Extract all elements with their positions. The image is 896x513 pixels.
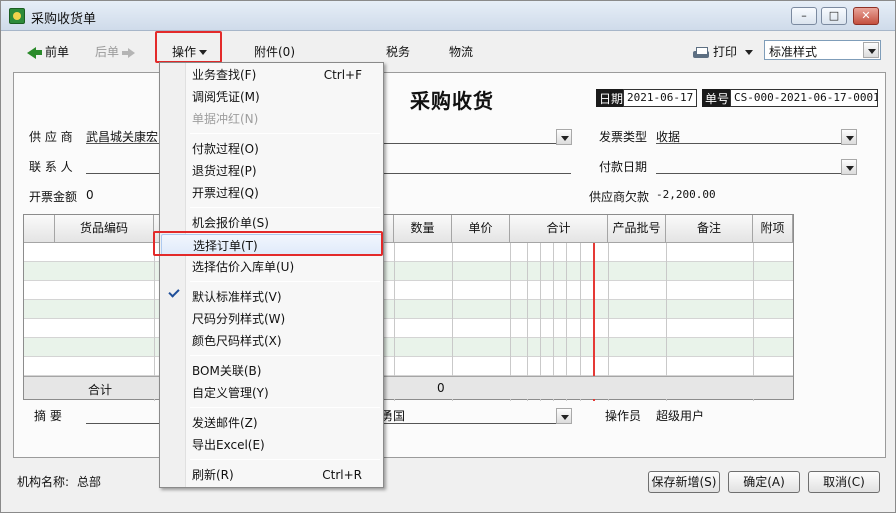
table-row[interactable]: [24, 357, 793, 376]
table-row[interactable]: [24, 243, 793, 262]
totals-quantity: 0: [437, 381, 445, 395]
col-header-total[interactable]: 合计: [510, 215, 608, 243]
supplier-label: 供 应 商: [29, 130, 73, 144]
doc-no-field[interactable]: CS-000-2021-06-17-0001: [730, 89, 878, 107]
invoice-type-label: 发票类型: [599, 130, 648, 144]
menu-item-red-reversal[interactable]: 单据冲红(N): [161, 108, 382, 130]
logistics-button[interactable]: 物流: [449, 43, 473, 60]
supplier-dropdown[interactable]: [554, 128, 573, 148]
supplier-debt-value: -2,200.00: [656, 188, 716, 201]
invoice-amount-value: 0: [86, 188, 94, 202]
chevron-down-icon: [556, 408, 572, 424]
col-header-batch-no[interactable]: 产品批号: [608, 215, 666, 243]
chevron-down-icon: [841, 159, 857, 175]
totals-label: 合计: [88, 383, 113, 397]
menu-item-view-voucher[interactable]: 调阅凭证(M): [161, 86, 382, 108]
table-row[interactable]: [24, 281, 793, 300]
operations-menu: 业务查找(F) Ctrl+F 调阅凭证(M) 单据冲红(N) 付款过程(O) 退货…: [159, 62, 384, 488]
cancel-button[interactable]: 取消(C): [808, 471, 880, 493]
operations-highlight-box: [155, 31, 222, 63]
tax-button[interactable]: 税务: [386, 43, 410, 60]
payment-date-field[interactable]: [656, 173, 856, 174]
menu-item-send-email[interactable]: 发送邮件(Z): [161, 412, 382, 434]
chevron-down-icon[interactable]: [863, 42, 879, 58]
col-header-extra[interactable]: 附项: [753, 215, 793, 243]
handler-field[interactable]: 勇国: [381, 407, 405, 424]
checkmark-icon: [168, 286, 180, 298]
menu-item-custom-management[interactable]: 自定义管理(Y): [161, 382, 382, 404]
window-title: 采购收货单: [31, 12, 97, 27]
org-value: 总部: [77, 475, 102, 489]
col-header-item-code[interactable]: 货品编码: [55, 215, 154, 243]
table-row[interactable]: [24, 338, 793, 357]
table-row[interactable]: [24, 262, 793, 281]
arrow-right-icon: [122, 47, 136, 58]
col-header-unit-price[interactable]: 单价: [452, 215, 510, 243]
menu-item-bom-link[interactable]: BOM关联(B): [161, 360, 382, 382]
app-icon: [9, 8, 25, 24]
maximize-icon[interactable]: □: [821, 7, 847, 25]
menu-item-business-search[interactable]: 业务查找(F) Ctrl+F: [161, 64, 382, 86]
date-label: 日期: [596, 89, 627, 107]
supplier-debt-label: 供应商欠款: [589, 190, 650, 204]
col-header-quantity[interactable]: 数量: [394, 215, 452, 243]
invoice-type-dropdown[interactable]: [839, 128, 858, 148]
payment-date-dropdown[interactable]: [839, 158, 858, 178]
purchase-receipt-window: 采购收货单 – □ ✕ 前单 后单 操作 附件(0) 税务 物流 打印 标准样式…: [0, 0, 896, 513]
handler-dropdown[interactable]: [554, 407, 573, 427]
chevron-down-icon: [841, 129, 857, 145]
operator-label: 操作员: [605, 409, 642, 423]
table-row[interactable]: [24, 300, 793, 319]
doc-no-label: 单号: [702, 89, 733, 107]
prev-record-button[interactable]: 前单: [27, 43, 69, 60]
save-new-button[interactable]: 保存新增(S): [648, 471, 720, 493]
grid-corner: [24, 215, 55, 243]
menu-item-select-estimate-receipt[interactable]: 选择估价入库单(U): [161, 256, 382, 278]
printer-icon: [693, 46, 709, 59]
toolbar: 前单 后单 操作 附件(0) 税务 物流 打印 标准样式: [1, 32, 895, 68]
title-bar: 采购收货单 – □ ✕: [1, 1, 895, 31]
print-button[interactable]: 打印: [693, 43, 754, 60]
operator-value: 超级用户: [656, 409, 705, 423]
col-header-remark[interactable]: 备注: [666, 215, 753, 243]
menu-item-payment-process[interactable]: 付款过程(O): [161, 138, 382, 160]
menu-item-size-column-style[interactable]: 尺码分列样式(W): [161, 308, 382, 330]
items-grid: 货品编码 数量 单价 合计 产品批号 备注 附项 1: [23, 214, 794, 401]
footer-bar: 机构名称: 总部 保存新增(S) 确定(A) 取消(C): [1, 464, 895, 512]
print-style-select[interactable]: 标准样式: [764, 40, 881, 60]
arrow-left-icon: [27, 46, 36, 59]
summary-label: 摘 要: [34, 409, 62, 423]
totals-row: 合计 0: [24, 376, 793, 399]
org-label: 机构名称:: [17, 475, 70, 489]
chevron-down-icon: [556, 129, 572, 145]
menu-item-invoice-process[interactable]: 开票过程(Q): [161, 182, 382, 204]
select-order-highlight-box: [153, 231, 383, 256]
date-field[interactable]: 2021-06-17: [623, 89, 697, 107]
table-row[interactable]: [24, 319, 793, 338]
next-record-button[interactable]: 后单: [95, 43, 136, 60]
menu-item-default-style[interactable]: 默认标准样式(V): [161, 286, 382, 308]
attachments-button[interactable]: 附件(0): [254, 43, 295, 60]
confirm-button[interactable]: 确定(A): [728, 471, 800, 493]
menu-item-color-size-style[interactable]: 颜色尺码样式(X): [161, 330, 382, 352]
contact-label: 联 系 人: [29, 160, 73, 174]
minimize-icon[interactable]: –: [791, 7, 817, 25]
form-heading: 采购收货: [410, 89, 494, 113]
invoice-amount-label: 开票金额: [29, 190, 78, 204]
chevron-down-icon: [745, 50, 754, 55]
receipt-form: 采购收货 日期 2021-06-17 单号 CS-000-2021-06-17-…: [13, 72, 886, 458]
payment-date-label: 付款日期: [599, 160, 648, 174]
menu-item-export-excel[interactable]: 导出Excel(E): [161, 434, 382, 456]
close-icon[interactable]: ✕: [853, 7, 879, 25]
menu-item-return-process[interactable]: 退货过程(P): [161, 160, 382, 182]
menu-item-refresh[interactable]: 刷新(R) Ctrl+R: [161, 464, 382, 486]
